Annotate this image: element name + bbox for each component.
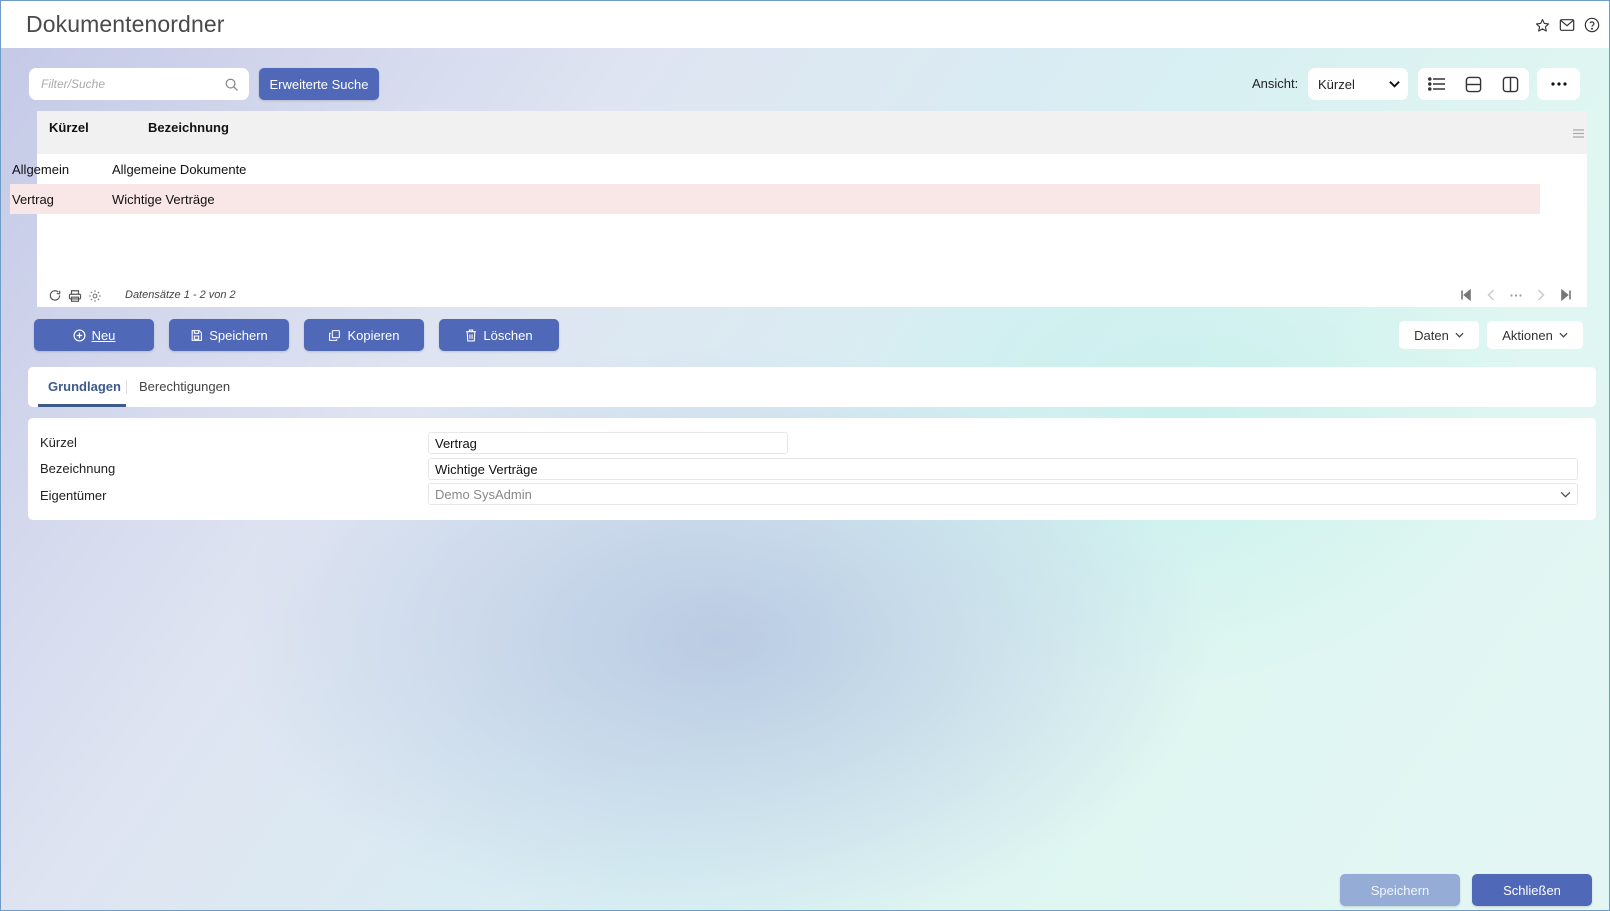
save-button[interactable]: Speichern [169,319,289,351]
tab-divider [126,380,127,394]
next-page-icon[interactable] [1534,288,1548,302]
view-select-value: Kürzel [1318,76,1355,92]
tab-berechtigungen[interactable]: Berechtigungen [139,379,230,394]
active-tab-indicator [38,404,126,407]
chevron-down-icon [1560,491,1571,498]
footer-save-label: Speichern [1370,882,1430,898]
kuerzel-field[interactable] [428,432,788,454]
eigentuemer-value: Demo SysAdmin [435,486,532,502]
grid-header: Kürzel Bezeichnung [37,111,1587,154]
eigentuemer-select[interactable]: Demo SysAdmin [428,483,1578,505]
delete-button[interactable]: Löschen [439,319,559,351]
delete-button-label: Löschen [483,327,533,343]
grid-footer: Datensätze 1 - 2 von 2 [37,284,1587,307]
cell-bezeichnung: Wichtige Verträge [112,191,215,207]
actions-menu-button[interactable]: Aktionen [1487,321,1583,349]
bezeichnung-label: Bezeichnung [40,461,116,476]
cell-kuerzel: Allgemein [12,161,70,177]
search-box [29,68,249,100]
new-button[interactable]: Neu [34,319,154,351]
header-icons [1533,16,1601,34]
chevron-down-icon [1389,80,1400,88]
column-header-kuerzel[interactable]: Kürzel [49,120,89,135]
save-button-label: Speichern [209,327,268,343]
close-button-label: Schließen [1503,882,1561,898]
vertical-split-icon[interactable] [1496,71,1526,97]
cell-bezeichnung: Allgemeine Dokumente [112,161,247,177]
copy-button[interactable]: Kopieren [304,319,424,351]
help-icon[interactable] [1583,16,1601,34]
tab-grundlagen[interactable]: Grundlagen [48,379,121,394]
view-label: Ansicht: [1252,76,1299,91]
data-menu-button[interactable]: Daten [1399,321,1479,349]
chevron-down-icon [1559,332,1568,338]
pager [1459,288,1573,302]
close-button[interactable]: Schließen [1472,874,1592,906]
search-input[interactable] [41,77,224,91]
first-page-icon[interactable] [1459,288,1473,302]
search-icon[interactable] [224,77,239,92]
detail-form: Kürzel Bezeichnung Eigentümer Demo SysAd… [28,418,1596,520]
star-icon[interactable] [1533,16,1551,34]
column-header-bezeichnung[interactable]: Bezeichnung [148,120,229,135]
horizontal-split-icon[interactable] [1459,71,1489,97]
prev-page-icon[interactable] [1484,288,1498,302]
table-row[interactable]: Allgemein Allgemeine Dokumente [10,154,1540,184]
advanced-search-button[interactable]: Erweiterte Suche [259,68,379,100]
last-page-icon[interactable] [1559,288,1573,302]
cell-kuerzel: Vertrag [12,191,54,207]
advanced-search-label: Erweiterte Suche [269,76,369,92]
eigentuemer-label: Eigentümer [40,488,107,503]
page-title: Dokumentenordner [26,11,225,37]
page-ellipsis-icon[interactable] [1509,288,1523,302]
list-view-icon[interactable] [1422,71,1452,97]
data-menu-label: Daten [1414,327,1449,343]
more-options-icon[interactable] [1537,68,1580,100]
tab-bar: Grundlagen Berechtigungen [28,367,1596,407]
chevron-down-icon [1455,332,1464,338]
table-row-selected[interactable]: Vertrag Wichtige Verträge [10,184,1540,214]
settings-gear-icon[interactable] [88,289,102,303]
refresh-icon[interactable] [48,289,62,303]
mail-icon[interactable] [1558,16,1576,34]
view-select[interactable]: Kürzel [1308,68,1408,100]
view-mode-group [1418,68,1529,100]
new-button-label: Neu [91,327,116,343]
copy-button-label: Kopieren [347,327,400,343]
floppy-disk-icon [190,329,203,342]
grid-footer-icons [48,289,102,303]
plus-circle-icon [73,328,86,342]
kuerzel-label: Kürzel [40,435,77,450]
actions-menu-label: Aktionen [1502,327,1553,343]
copy-icon [328,329,341,342]
trash-icon [465,329,477,342]
bezeichnung-field[interactable] [428,458,1578,480]
column-menu-icon[interactable] [1573,129,1584,138]
page-header: Dokumentenordner [1,1,1609,48]
print-icon[interactable] [68,289,82,303]
record-info: Datensätze 1 - 2 von 2 [125,289,236,301]
footer-save-button[interactable]: Speichern [1340,874,1460,906]
